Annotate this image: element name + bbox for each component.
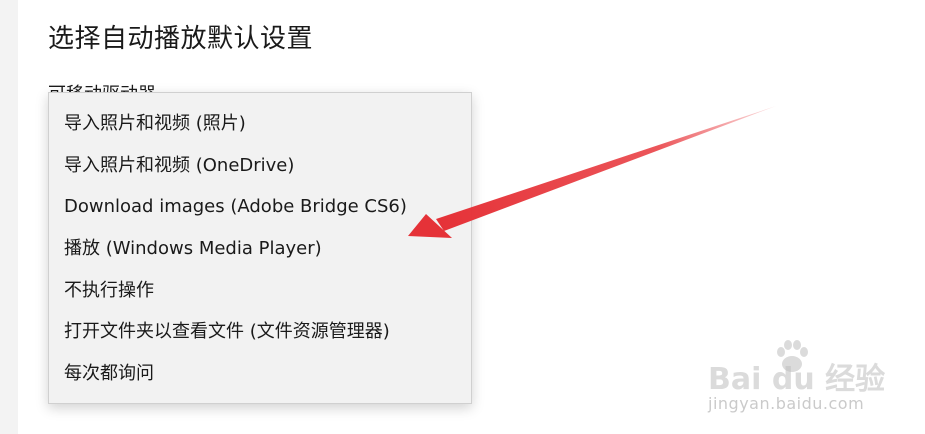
watermark-url: jingyan.baidu.com [708,394,865,413]
watermark-logo: Bai du 经验 [708,362,886,397]
screenshot-stage: 选择自动播放默认设置 可移动驱动器 导入照片和视频 (照片) 导入照片和视频 (… [0,0,925,434]
arrow-shaft [436,106,776,231]
